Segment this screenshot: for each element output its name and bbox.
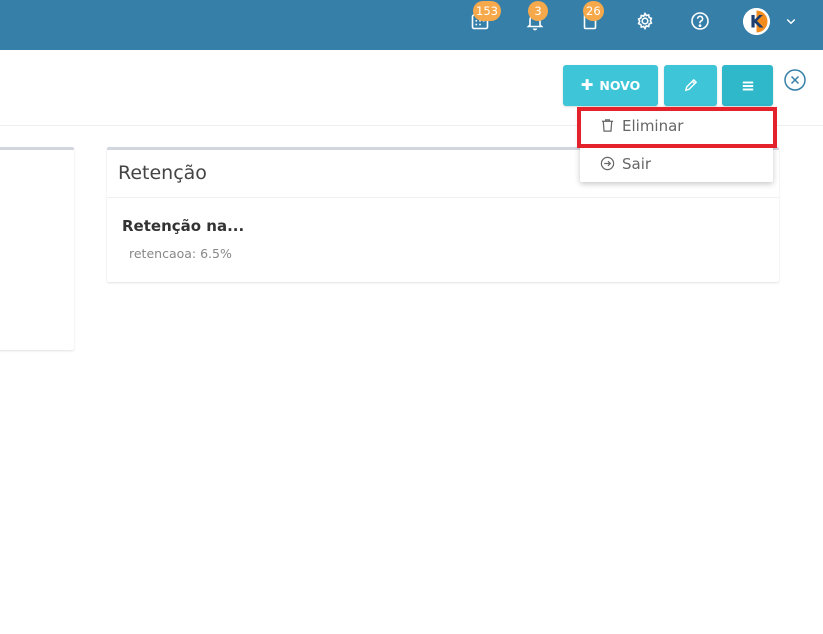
pencil-icon [684,78,698,92]
edit-button[interactable] [664,65,717,106]
item-subtitle: retencaoa: 6.5% [129,246,232,261]
avatar-logo-icon: K [743,8,770,35]
top-navbar: 153 3 26 K [0,0,823,50]
notifications-badge: 3 [528,1,548,21]
clipboard-button[interactable]: 26 [576,1,604,35]
trash-icon [601,119,614,132]
question-circle-icon [691,12,709,30]
calendar-badge: 153 [473,1,501,21]
user-avatar[interactable]: K [743,8,770,35]
card-title: Retenção [118,162,207,184]
actions-dropdown: Eliminar Sair [580,107,773,182]
exit-arrow-icon [600,156,615,171]
dropdown-item-label: Sair [622,154,652,173]
notifications-button[interactable]: 3 [521,1,549,35]
item-title[interactable]: Retenção na... [122,217,244,235]
help-button[interactable] [686,7,714,35]
plus-icon: ✚ [580,76,594,94]
menu-lines-icon [742,81,753,90]
avatar-letter: K [750,13,764,33]
close-circle-icon [784,69,806,91]
dropdown-item-sair[interactable]: Sair [580,145,773,182]
novo-button[interactable]: ✚ NOVO [563,65,658,106]
calendar-button[interactable]: 153 [466,1,501,35]
menu-button[interactable] [722,65,773,106]
settings-button[interactable] [631,7,659,35]
novo-label: NOVO [599,78,641,93]
user-menu-caret[interactable] [783,11,799,31]
close-button[interactable] [784,69,806,91]
gear-icon [637,11,653,31]
dropdown-item-label: Eliminar [622,116,684,135]
left-card [0,147,74,350]
chevron-down-icon [786,18,796,25]
clipboard-badge: 26 [583,1,604,21]
dropdown-item-eliminar[interactable]: Eliminar [580,107,773,144]
